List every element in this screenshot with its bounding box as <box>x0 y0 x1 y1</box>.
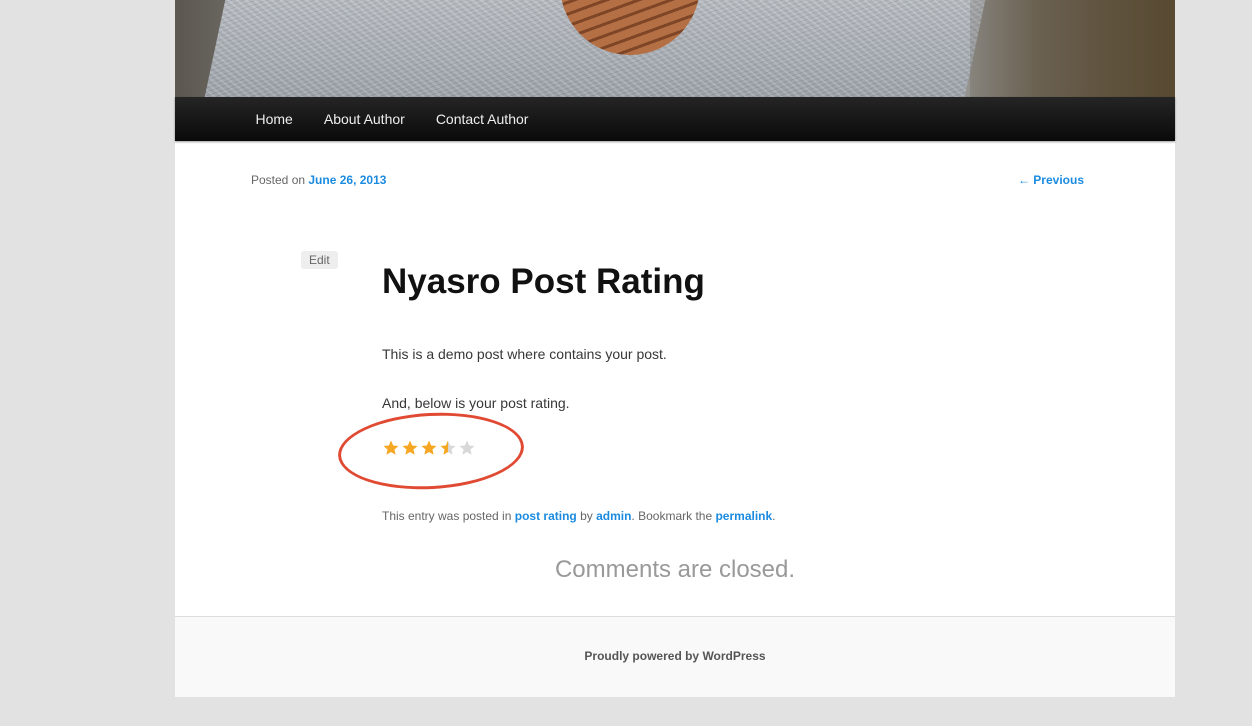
post-paragraph-1: This is a demo post where contains your … <box>382 346 667 362</box>
star-icon[interactable] <box>382 439 400 457</box>
author-link[interactable]: admin <box>596 509 631 523</box>
header-image[interactable] <box>175 0 1175 97</box>
header-shade <box>970 0 1175 97</box>
meta-prefix: This entry was posted in <box>382 509 515 523</box>
category-link[interactable]: post rating <box>515 509 577 523</box>
post-date-link[interactable]: June 26, 2013 <box>308 173 386 187</box>
meta-end: . <box>772 509 776 523</box>
nav-item-about-author[interactable]: About Author <box>308 97 420 141</box>
star-icon[interactable] <box>401 439 419 457</box>
star-icon[interactable] <box>458 439 476 457</box>
entry-meta: This entry was posted in post rating by … <box>382 509 776 523</box>
post-title: Nyasro Post Rating <box>382 262 705 301</box>
star-icon[interactable] <box>439 439 457 457</box>
nav-item-contact-author[interactable]: Contact Author <box>420 97 544 141</box>
star-icon[interactable] <box>420 439 438 457</box>
page-container: Home About Author Contact Author Posted … <box>175 0 1175 697</box>
site-footer: Proudly powered by WordPress <box>175 616 1175 697</box>
meta-by: by <box>576 509 597 523</box>
edit-button[interactable]: Edit <box>301 251 338 269</box>
permalink-link[interactable]: permalink <box>715 509 772 523</box>
posted-prefix: Posted on <box>251 173 309 187</box>
meta-bookmark: . Bookmark the <box>631 509 716 523</box>
main-navigation: Home About Author Contact Author <box>175 97 1175 141</box>
nav-item-home[interactable]: Home <box>240 97 308 141</box>
posted-on: Posted on June 26, 2013 <box>251 173 386 187</box>
comments-closed: Comments are closed. <box>554 556 796 583</box>
powered-by-link[interactable]: Proudly powered by WordPress <box>175 649 1175 663</box>
previous-post-link[interactable]: ← Previous <box>1018 173 1084 187</box>
post-paragraph-2: And, below is your post rating. <box>382 395 570 411</box>
star-rating[interactable] <box>382 439 476 457</box>
